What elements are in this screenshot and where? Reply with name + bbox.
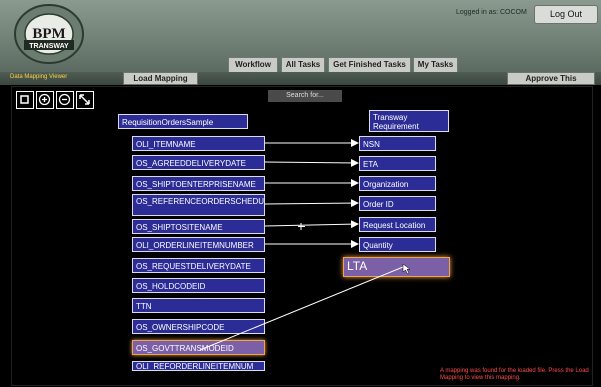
status-message: A mapping was found for the loaded file.… — [440, 368, 589, 381]
link-agreeddeliverydate-eta — [264, 158, 359, 167]
pointer-cursor-icon — [402, 263, 411, 275]
link-referenceorderschedulenum-order-id — [264, 199, 359, 208]
link-govttransmodeid-lta — [199, 266, 404, 351]
mapping-links — [199, 139, 411, 351]
link-shiptositename-request-location — [264, 220, 359, 229]
crosshair-cursor-icon — [298, 223, 305, 230]
